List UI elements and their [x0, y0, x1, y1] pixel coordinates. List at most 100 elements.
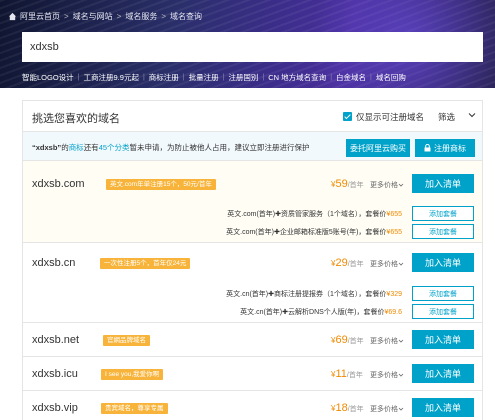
- add-to-list-button[interactable]: 加入清单: [412, 330, 474, 349]
- domain-price: ¥11/首年: [331, 368, 363, 380]
- chevron-down-icon: [398, 262, 404, 266]
- divider: |: [142, 73, 145, 81]
- quicklink[interactable]: 批量注册: [189, 72, 219, 83]
- filter-checkbox-label[interactable]: 仅显示可注册域名: [356, 111, 424, 123]
- domain-name: xdxsb.net: [32, 334, 80, 346]
- divider: |: [77, 73, 80, 81]
- more-prices-link[interactable]: 更多价格: [370, 336, 404, 346]
- promo-tag: 官網品牌域名: [103, 335, 150, 346]
- price-unit: /首年: [347, 261, 364, 268]
- package-item: 企业邮箱标准版5账号(年)，套餐价: [279, 229, 387, 236]
- price-value: 59: [335, 178, 348, 190]
- notice-text-part: 还有: [83, 143, 99, 152]
- promo-tag: 英文.com年单注册15个，50元/首年: [106, 179, 216, 190]
- domain-search-box[interactable]: [22, 32, 483, 62]
- breadcrumb-item[interactable]: 域名查询: [170, 11, 202, 22]
- domain-row: xdxsb.vip 贵宾域名，尊享专属 ¥18/首年 更多价格 加入清单: [23, 391, 482, 420]
- breadcrumb-item[interactable]: 域名服务: [125, 11, 157, 22]
- domain-name: xdxsb.vip: [32, 402, 78, 414]
- more-prices-link[interactable]: 更多价格: [370, 180, 404, 190]
- notice-text-part: 的: [61, 143, 69, 152]
- entrust-buy-button[interactable]: 委托阿里云购买: [346, 139, 410, 157]
- add-to-list-button[interactable]: 加入清单: [412, 364, 474, 383]
- domain-name: xdxsb.icu: [32, 368, 78, 380]
- price-value: 69: [335, 334, 348, 346]
- domain-price: ¥69/首年: [331, 334, 364, 346]
- price-unit: /首年: [347, 406, 364, 413]
- search-input[interactable]: [30, 41, 470, 53]
- domain-price: ¥29/首年: [331, 257, 364, 269]
- divider: |: [182, 73, 185, 81]
- divider: |: [222, 73, 225, 81]
- package-item: 资质管家服务（1个域名），套餐价: [281, 211, 387, 218]
- breadcrumb-item[interactable]: 域名与网站: [73, 11, 113, 22]
- chevron-down-icon: [398, 339, 404, 343]
- price-unit: /首年: [346, 372, 363, 379]
- price-unit: /首年: [347, 182, 364, 189]
- add-package-button[interactable]: 添加套餐: [412, 206, 474, 221]
- register-trademark-label: 注册商标: [434, 143, 466, 153]
- quicklink[interactable]: CN 地方域名查询: [268, 72, 326, 83]
- package-item: 英文.com(首年): [226, 229, 274, 236]
- quicklink[interactable]: 白金域名: [336, 72, 366, 83]
- notice-link-classes[interactable]: 45个分类: [99, 143, 130, 152]
- lock-icon: [424, 144, 431, 152]
- add-to-list-button[interactable]: 加入清单: [412, 174, 474, 193]
- divider: |: [370, 73, 372, 81]
- more-prices-label: 更多价格: [370, 372, 398, 379]
- domain-row: xdxsb.net 官網品牌域名 ¥69/首年 更多价格 加入清单: [23, 323, 482, 357]
- panel-title: 挑选您喜欢的域名: [32, 113, 120, 125]
- package-item: 云解析DNS个人版(年)，套餐价: [288, 309, 385, 316]
- results-panel: 挑选您喜欢的域名 仅显示可注册域名 筛选 “xdxsb”的商标还有45个分类暂未…: [22, 100, 483, 420]
- quicklink[interactable]: 注册国别: [228, 72, 258, 83]
- filter-button[interactable]: 筛选: [438, 111, 455, 123]
- quicklink[interactable]: 商标注册: [149, 72, 179, 83]
- notice-text: “xdxsb”的商标还有45个分类暂未申请，为防止被他人占用，建议立即注册进行保…: [32, 142, 310, 153]
- package-item: 商标注册提报券（1个域名），套餐价: [274, 291, 387, 298]
- divider: |: [262, 73, 265, 81]
- package-item: 英文.cn(首年): [226, 291, 269, 298]
- domain-row: xdxsb.com 英文.com年单注册15个，50元/首年 ¥59/首年 更多…: [23, 161, 482, 243]
- add-package-button[interactable]: 添加套餐: [412, 304, 474, 319]
- domain-row: xdxsb.cn 一次性注册5个，首年仅24元 ¥29/首年 更多价格 加入清单…: [23, 243, 482, 323]
- notice-link-trademark[interactable]: 商标: [69, 143, 84, 152]
- more-prices-label: 更多价格: [370, 406, 398, 413]
- breadcrumb-separator: >: [116, 11, 122, 21]
- more-prices-label: 更多价格: [370, 338, 398, 345]
- package-offer: 英文.cn(首年)✚商标注册提报券（1个域名），套餐价¥329: [226, 289, 402, 299]
- more-prices-link[interactable]: 更多价格: [370, 259, 404, 269]
- promo-tag: 一次性注册5个，首年仅24元: [100, 258, 191, 269]
- add-to-list-button[interactable]: 加入清单: [412, 253, 474, 272]
- quicklink[interactable]: 域名回购: [376, 72, 406, 83]
- package-price: ¥655: [386, 229, 402, 236]
- price-unit: /首年: [347, 338, 364, 345]
- package-item: 英文.com(首年): [227, 211, 276, 218]
- add-package-button[interactable]: 添加套餐: [412, 224, 474, 239]
- breadcrumb: 阿里云首页 > 域名与网站 > 域名服务 > 域名查询: [8, 10, 202, 22]
- more-prices-link[interactable]: 更多价格: [370, 370, 404, 380]
- chevron-down-icon: [398, 373, 404, 377]
- add-package-button[interactable]: 添加套餐: [412, 286, 474, 301]
- chevron-down-icon: [398, 183, 404, 187]
- home-icon[interactable]: [8, 12, 17, 21]
- promo-tag: I see you,我爱你啊: [101, 369, 164, 380]
- package-item: 英文.cn(首年): [240, 309, 283, 316]
- register-trademark-button[interactable]: 注册商标: [415, 139, 475, 157]
- breadcrumb-item[interactable]: 阿里云首页: [20, 11, 60, 22]
- chevron-down-icon[interactable]: [468, 111, 476, 119]
- filter-checkbox[interactable]: [343, 112, 352, 121]
- package-price: ¥69.6: [384, 309, 402, 316]
- breadcrumb-separator: >: [161, 11, 167, 21]
- more-prices-link[interactable]: 更多价格: [370, 404, 404, 414]
- add-to-list-button[interactable]: 加入清单: [412, 398, 474, 417]
- domain-name: xdxsb.cn: [32, 257, 76, 269]
- panel-header: 挑选您喜欢的域名 仅显示可注册域名 筛选: [23, 101, 482, 131]
- quicklink[interactable]: 工商注册9.9元起: [84, 72, 139, 83]
- more-prices-label: 更多价格: [370, 261, 398, 268]
- chevron-down-icon: [398, 407, 404, 411]
- quicklink[interactable]: 智能LOGO设计: [22, 72, 74, 83]
- price-value: 11: [335, 368, 347, 380]
- domain-price: ¥59/首年: [331, 178, 364, 190]
- package-offer: 英文.com(首年)✚企业邮箱标准版5账号(年)，套餐价¥655: [226, 227, 402, 237]
- price-value: 29: [335, 257, 348, 269]
